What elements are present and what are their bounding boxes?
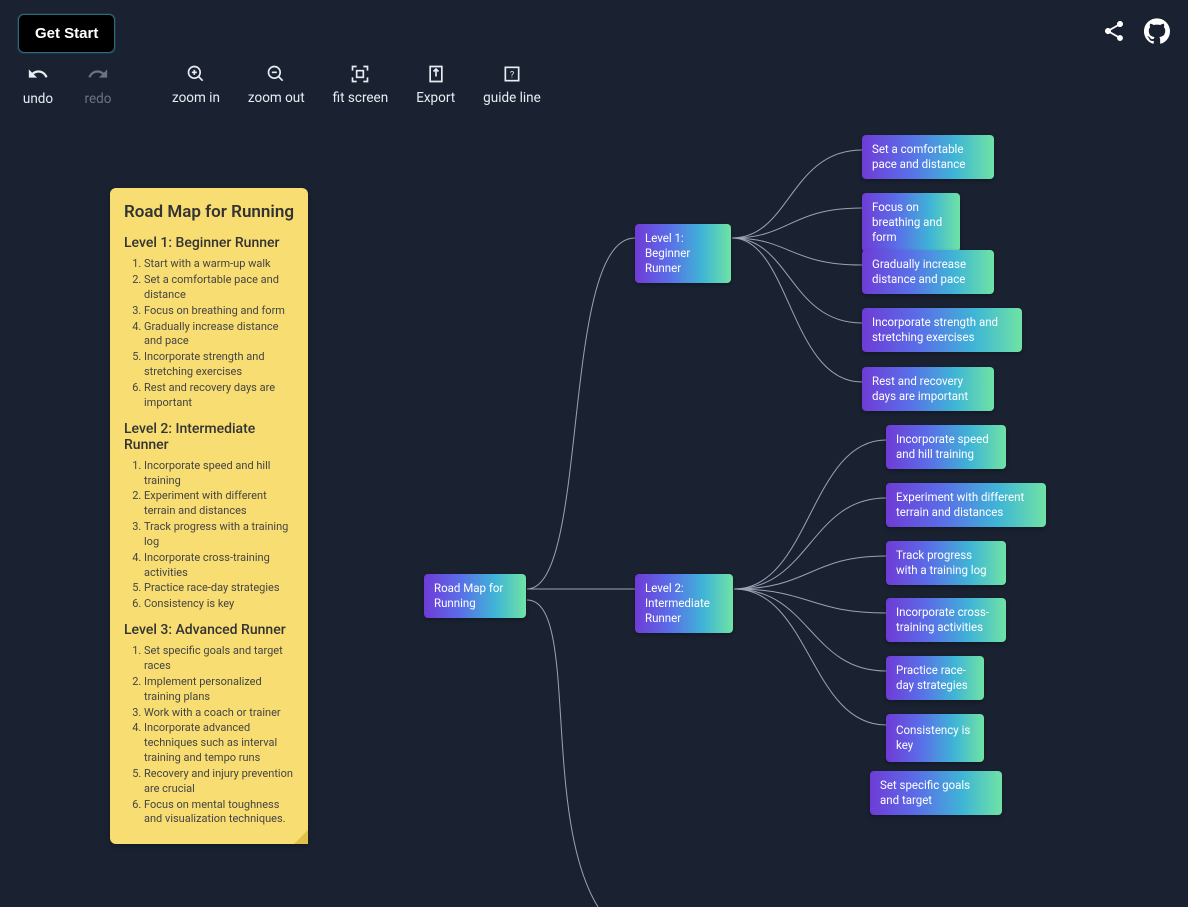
get-start-button[interactable]: Get Start: [18, 14, 115, 53]
mindmap-level1-node[interactable]: Level 1: Beginner Runner: [635, 224, 731, 283]
fit-screen-icon: [350, 64, 370, 84]
panel-title: Road Map for Running: [124, 202, 294, 223]
export-button[interactable]: Export: [402, 58, 469, 112]
list-item: Recovery and injury prevention are cruci…: [144, 767, 294, 797]
zoom-in-button[interactable]: zoom in: [158, 58, 234, 112]
zoom-in-icon: [186, 64, 206, 84]
list-item: Work with a coach or trainer: [144, 706, 294, 721]
list-item: Incorporate advanced techniques such as …: [144, 721, 294, 766]
side-panel[interactable]: Road Map for Running Level 1: Beginner R…: [110, 188, 308, 844]
undo-label: undo: [23, 91, 53, 107]
mindmap-leaf[interactable]: Focus on breathing and form: [862, 193, 960, 252]
list-item: Implement personalized training plans: [144, 675, 294, 705]
mindmap-leaf[interactable]: Practice race-day strategies: [886, 656, 984, 700]
guide-line-label: guide line: [483, 90, 541, 106]
mindmap-leaf[interactable]: Consistency is key: [886, 714, 984, 762]
export-label: Export: [416, 90, 455, 106]
header-right: [1102, 18, 1170, 48]
fit-screen-button[interactable]: fit screen: [319, 58, 403, 112]
github-icon[interactable]: [1144, 18, 1170, 48]
zoom-out-icon: [266, 64, 286, 84]
list-item: Gradually increase distance and pace: [144, 320, 294, 350]
redo-icon: [87, 63, 109, 85]
list-item: Consistency is key: [144, 597, 294, 612]
mindmap-leaf[interactable]: Rest and recovery days are important: [862, 367, 994, 411]
zoom-out-label: zoom out: [248, 90, 305, 106]
share-icon[interactable]: [1102, 19, 1126, 47]
export-icon: [426, 64, 446, 84]
mindmap-level2-node[interactable]: Level 2: Intermediate Runner: [635, 574, 733, 633]
panel-level3-heading: Level 3: Advanced Runner: [124, 622, 294, 638]
guide-line-button[interactable]: ? guide line: [469, 58, 555, 112]
list-item: Focus on breathing and form: [144, 304, 294, 319]
mindmap-root-node[interactable]: Road Map for Running: [424, 574, 526, 618]
mindmap-leaf[interactable]: Incorporate strength and stretching exer…: [862, 308, 1022, 352]
mindmap-leaf[interactable]: Set specific goals and target: [870, 771, 1002, 815]
guide-line-icon: ?: [502, 64, 522, 84]
panel-level1-list: Start with a warm-up walk Set a comforta…: [124, 257, 294, 410]
list-item: Incorporate strength and stretching exer…: [144, 350, 294, 380]
redo-button[interactable]: redo: [68, 58, 128, 112]
zoom-out-button[interactable]: zoom out: [234, 58, 319, 112]
panel-level1-heading: Level 1: Beginner Runner: [124, 235, 294, 251]
list-item: Set a comfortable pace and distance: [144, 273, 294, 303]
list-item: Incorporate speed and hill training: [144, 459, 294, 489]
list-item: Start with a warm-up walk: [144, 257, 294, 272]
mindmap-leaf[interactable]: Set a comfortable pace and distance: [862, 135, 994, 179]
list-item: Incorporate cross-training activities: [144, 551, 294, 581]
undo-icon: [27, 63, 49, 85]
mindmap-leaf[interactable]: Experiment with different terrain and di…: [886, 483, 1046, 527]
panel-level2-heading: Level 2: Intermediate Runner: [124, 421, 294, 453]
mindmap-leaf[interactable]: Gradually increase distance and pace: [862, 250, 994, 294]
mindmap-leaf[interactable]: Track progress with a training log: [886, 541, 1006, 585]
toolbar: undo redo zoom in zoom out fit screen Ex…: [0, 54, 1188, 120]
mindmap-leaf[interactable]: Incorporate speed and hill training: [886, 425, 1006, 469]
list-item: Track progress with a training log: [144, 520, 294, 550]
list-item: Focus on mental toughness and visualizat…: [144, 798, 294, 828]
header: Get Start: [0, 0, 1188, 54]
mindmap-leaf[interactable]: Incorporate cross-training activities: [886, 598, 1006, 642]
list-item: Practice race-day strategies: [144, 581, 294, 596]
mindmap-canvas[interactable]: Road Map for Running Level 1: Beginner R…: [0, 120, 1188, 787]
svg-text:?: ?: [510, 70, 514, 80]
redo-label: redo: [85, 91, 112, 107]
panel-level3-list: Set specific goals and target races Impl…: [124, 644, 294, 827]
list-item: Experiment with different terrain and di…: [144, 489, 294, 519]
fit-screen-label: fit screen: [333, 90, 389, 106]
list-item: Rest and recovery days are important: [144, 381, 294, 411]
panel-level2-list: Incorporate speed and hill training Expe…: [124, 459, 294, 612]
undo-button[interactable]: undo: [8, 58, 68, 112]
zoom-in-label: zoom in: [172, 90, 220, 106]
list-item: Set specific goals and target races: [144, 644, 294, 674]
